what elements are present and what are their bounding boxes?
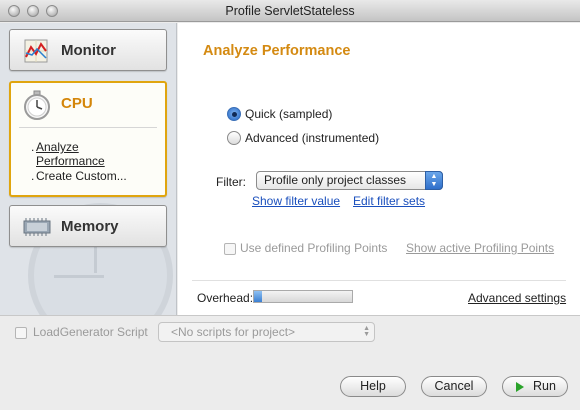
close-window-button[interactable] bbox=[8, 5, 20, 17]
cpu-label: CPU bbox=[61, 95, 93, 112]
help-button-label: Help bbox=[360, 379, 386, 393]
radio-selected-icon bbox=[227, 107, 241, 121]
quick-sampled-label: Quick (sampled) bbox=[245, 107, 333, 121]
stopwatch-icon bbox=[24, 90, 50, 120]
load-generator-checkbox[interactable] bbox=[15, 327, 27, 339]
sidebar-item-create-custom[interactable]: . Create Custom... bbox=[31, 169, 127, 183]
analyze-performance-line-2: Performance bbox=[36, 154, 105, 168]
filter-select[interactable]: Profile only project classes ▲ ▼ bbox=[256, 171, 443, 190]
settings-panel: Analyze Performance Quick (sampled) Adva… bbox=[178, 23, 580, 315]
select-arrows-icon: ▲ ▼ bbox=[425, 171, 443, 190]
use-profiling-points-label: Use defined Profiling Points bbox=[240, 241, 388, 255]
zoom-window-button[interactable] bbox=[46, 5, 58, 17]
monitor-label: Monitor bbox=[61, 42, 116, 59]
divider bbox=[192, 280, 566, 281]
use-profiling-points-checkbox[interactable] bbox=[224, 243, 236, 255]
cpu-task-button[interactable]: CPU . Analyze Performance . Create Custo… bbox=[9, 81, 167, 197]
cancel-button-label: Cancel bbox=[434, 379, 474, 393]
overhead-meter-fill bbox=[254, 291, 262, 302]
memory-label: Memory bbox=[61, 218, 119, 235]
select-arrows-icon: ▲ ▼ bbox=[363, 325, 370, 338]
run-button-label: Run bbox=[533, 379, 556, 393]
profiling-task-sidebar: Monitor CPU . Analyze Performance . Crea… bbox=[0, 23, 177, 315]
cancel-button[interactable]: Cancel bbox=[421, 376, 487, 397]
sidebar-item-analyze-performance[interactable]: . Analyze Performance bbox=[31, 140, 105, 168]
show-active-profiling-points-link[interactable]: Show active Profiling Points bbox=[406, 241, 554, 255]
run-play-icon bbox=[516, 382, 524, 392]
overhead-label: Overhead: bbox=[197, 291, 254, 305]
filter-select-value: Profile only project classes bbox=[264, 173, 407, 187]
page-title: Analyze Performance bbox=[203, 43, 351, 59]
cpu-divider bbox=[19, 127, 157, 128]
run-button[interactable]: Run bbox=[502, 376, 568, 397]
load-generator-select-value: <No scripts for project> bbox=[171, 325, 296, 339]
memory-chip-icon bbox=[23, 218, 51, 236]
profile-dialog: Profile ServletStateless Monitor CPU . A… bbox=[0, 0, 580, 410]
create-custom-label: Create Custom... bbox=[36, 169, 127, 183]
monitor-chart-icon bbox=[24, 39, 48, 63]
title-bar: Profile ServletStateless bbox=[0, 0, 580, 22]
load-generator-script-select[interactable]: <No scripts for project> ▲ ▼ bbox=[158, 322, 375, 342]
load-generator-label: LoadGenerator Script bbox=[33, 325, 148, 339]
analyze-performance-line-1: Analyze bbox=[36, 140, 79, 154]
monitor-task-button[interactable]: Monitor bbox=[9, 29, 167, 71]
memory-task-button[interactable]: Memory bbox=[9, 205, 167, 247]
filter-label: Filter: bbox=[216, 175, 246, 189]
bottom-divider bbox=[0, 315, 580, 316]
edit-filter-sets-link[interactable]: Edit filter sets bbox=[353, 194, 425, 208]
minimize-window-button[interactable] bbox=[27, 5, 39, 17]
radio-unselected-icon bbox=[227, 131, 241, 145]
window-title: Profile ServletStateless bbox=[225, 4, 355, 18]
advanced-instrumented-label: Advanced (instrumented) bbox=[245, 131, 380, 145]
show-filter-value-link[interactable]: Show filter value bbox=[252, 194, 340, 208]
overhead-meter bbox=[253, 290, 353, 303]
advanced-settings-link[interactable]: Advanced settings bbox=[468, 291, 566, 305]
help-button[interactable]: Help bbox=[340, 376, 406, 397]
